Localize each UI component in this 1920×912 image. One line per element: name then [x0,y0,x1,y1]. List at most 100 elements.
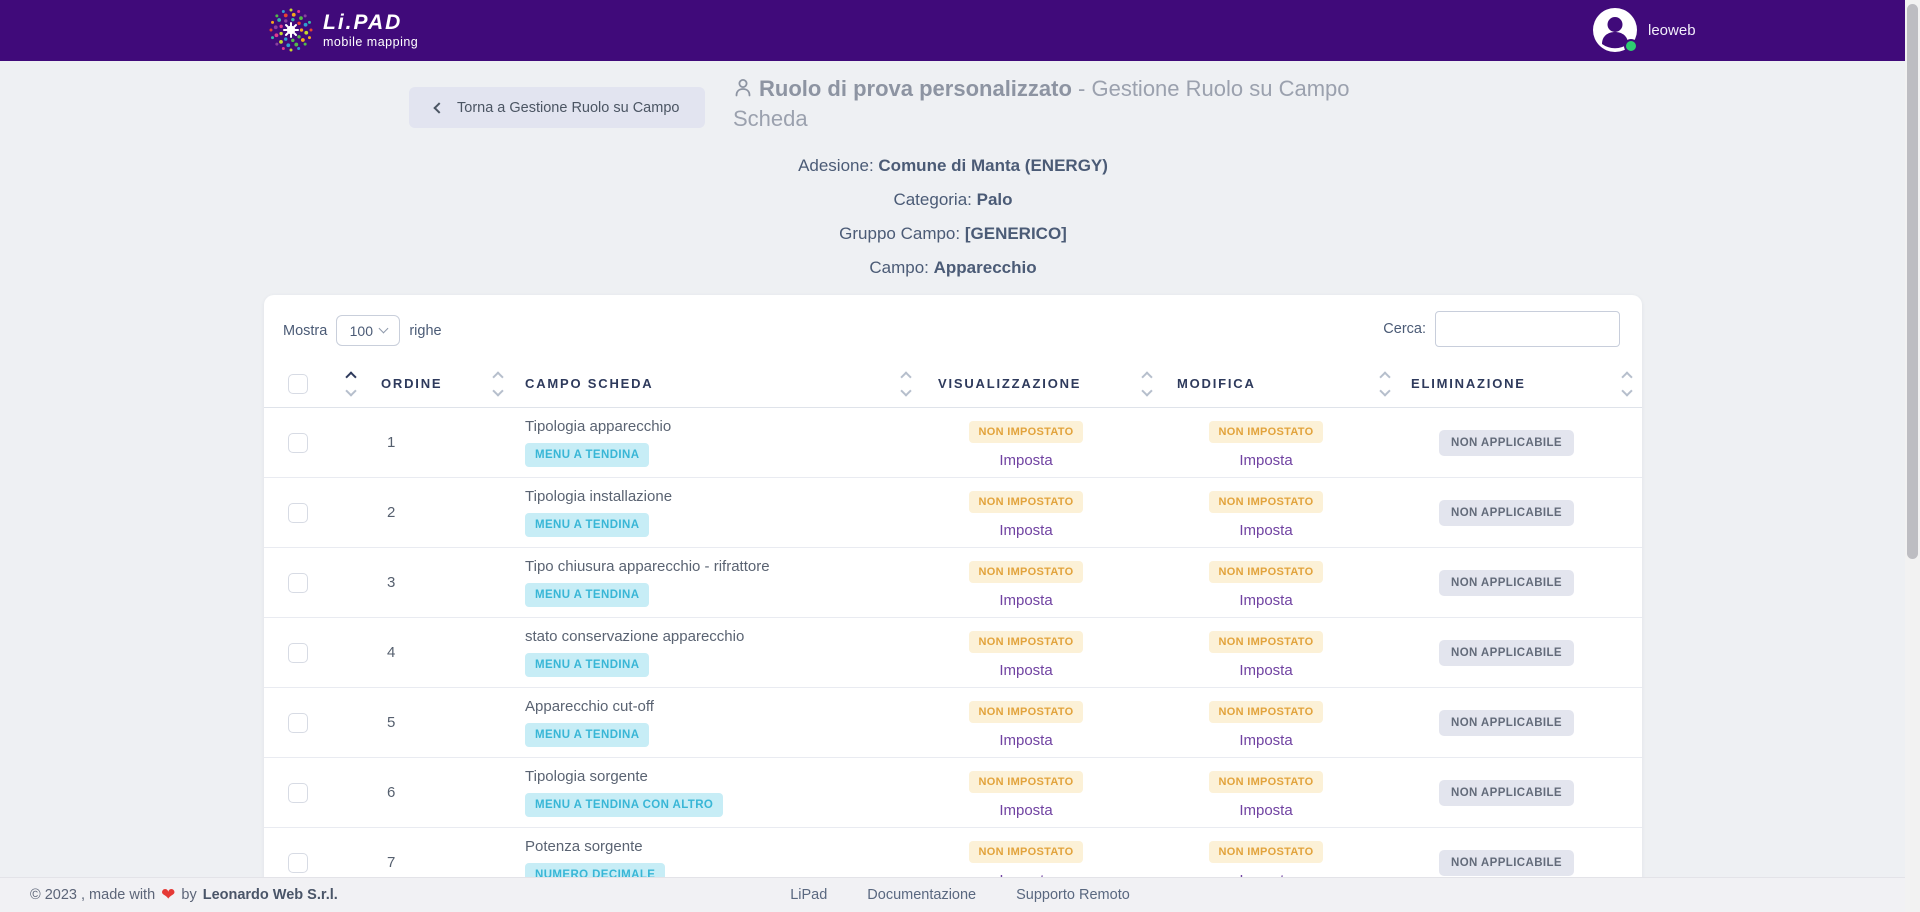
field-type-badge: MENU A TENDINA [525,723,649,747]
lipad-logo-burst-icon [267,7,315,53]
role-name: Ruolo di prova personalizzato [759,76,1072,101]
user-avatar[interactable] [1593,8,1637,52]
modifica-status-badge: NON IMPOSTATO [1209,561,1324,583]
column-header-visualizzazione[interactable]: VISUALIZZAZIONE [921,376,1131,391]
visualizzazione-imposta-link[interactable]: Imposta [999,802,1052,819]
table-row: 6 Tipologia sorgente MENU A TENDINA CON … [264,758,1642,828]
modifica-status-badge: NON IMPOSTATO [1209,841,1324,863]
search-control: Cerca: [1383,311,1620,347]
visualizzazione-imposta-link[interactable]: Imposta [999,662,1052,679]
campo-scheda-name: Tipo chiusura apparecchio - rifrattore [525,558,891,575]
sort-campo-scheda[interactable] [891,373,921,395]
footer-link-supporto-remoto[interactable]: Supporto Remoto [1016,887,1130,903]
field-type-badge: MENU A TENDINA [525,443,649,467]
eliminazione-badge: NON APPLICABILE [1439,500,1574,526]
lipad-logo[interactable]: Li.PAD mobile mapping [267,7,418,53]
column-header-eliminazione[interactable]: ELIMINAZIONE [1401,376,1612,391]
row-checkbox[interactable] [288,713,308,733]
row-checkbox[interactable] [288,643,308,663]
eliminazione-badge: NON APPLICABILE [1439,850,1574,876]
table-row: 1 Tipologia apparecchio MENU A TENDINA N… [264,408,1642,478]
visualizzazione-status-badge: NON IMPOSTATO [969,771,1084,793]
row-checkbox[interactable] [288,573,308,593]
row-checkbox[interactable] [288,783,308,803]
table-body: 1 Tipologia apparecchio MENU A TENDINA N… [264,408,1642,898]
online-status-dot [1624,39,1638,53]
by-label: by [181,887,196,903]
visualizzazione-status-badge: NON IMPOSTATO [969,421,1084,443]
logo-subtitle: mobile mapping [323,36,418,49]
visualizzazione-imposta-link[interactable]: Imposta [999,452,1052,469]
sort-modifica[interactable] [1369,373,1401,395]
top-navbar: Li.PAD mobile mapping leoweb [0,0,1905,61]
meta-campo: Campo: Apparecchio [264,258,1642,278]
footer-link-documentazione[interactable]: Documentazione [867,887,976,903]
campo-scheda-name: Tipologia apparecchio [525,418,891,435]
eliminazione-badge: NON APPLICABILE [1439,710,1574,736]
scrollbar-track[interactable] [1905,0,1920,912]
modifica-status-badge: NON IMPOSTATO [1209,491,1324,513]
visualizzazione-status-badge: NON IMPOSTATO [969,631,1084,653]
modifica-status-badge: NON IMPOSTATO [1209,631,1324,653]
search-input[interactable] [1435,311,1620,347]
username: leoweb [1648,22,1696,39]
table-row: 5 Apparecchio cut-off MENU A TENDINA NON… [264,688,1642,758]
meta-gruppo-campo: Gruppo Campo: [GENERICO] [264,224,1642,244]
sort-ordine[interactable] [480,373,516,395]
sort-eliminazione[interactable] [1612,373,1642,395]
visualizzazione-imposta-link[interactable]: Imposta [999,592,1052,609]
column-header-campo-scheda[interactable]: CAMPO SCHEDA [516,376,891,391]
table-row: 2 Tipologia installazione MENU A TENDINA… [264,478,1642,548]
table-row: 3 Tipo chiusura apparecchio - rifrattore… [264,548,1642,618]
modifica-imposta-link[interactable]: Imposta [1239,452,1292,469]
row-checkbox[interactable] [288,503,308,523]
modifica-imposta-link[interactable]: Imposta [1239,732,1292,749]
scrollbar-thumb[interactable] [1907,4,1918,559]
field-type-badge: MENU A TENDINA [525,513,649,537]
row-checkbox[interactable] [288,853,308,873]
eliminazione-badge: NON APPLICABILE [1439,780,1574,806]
ordine-value: 2 [375,478,480,547]
sort-visualizzazione[interactable] [1131,373,1163,395]
back-button[interactable]: Torna a Gestione Ruolo su Campo [409,87,705,128]
field-type-badge: MENU A TENDINA [525,583,649,607]
role-person-icon [733,77,753,98]
page-size-control: Mostra 100 righe [283,315,442,346]
field-type-badge: MENU A TENDINA CON ALTRO [525,793,723,817]
sort-select-column[interactable] [327,373,375,395]
modifica-status-badge: NON IMPOSTATO [1209,771,1324,793]
modifica-imposta-link[interactable]: Imposta [1239,592,1292,609]
column-header-modifica[interactable]: MODIFICA [1163,376,1369,391]
ordine-value: 6 [375,758,480,827]
chevron-down-icon [379,324,389,334]
campo-scheda-name: Tipologia installazione [525,488,891,505]
eliminazione-badge: NON APPLICABILE [1439,640,1574,666]
meta-categoria: Categoria: Palo [264,190,1642,210]
visualizzazione-status-badge: NON IMPOSTATO [969,841,1084,863]
page-size-select[interactable]: 100 [336,315,400,346]
modifica-imposta-link[interactable]: Imposta [1239,802,1292,819]
page-title: Ruolo di prova personalizzato - Gestione… [733,74,1388,134]
campo-scheda-name: Potenza sorgente [525,838,891,855]
field-type-badge: MENU A TENDINA [525,653,649,677]
select-all-checkbox[interactable] [288,374,308,394]
modifica-imposta-link[interactable]: Imposta [1239,662,1292,679]
campo-scheda-name: stato conservazione apparecchio [525,628,891,645]
modifica-status-badge: NON IMPOSTATO [1209,701,1324,723]
modifica-imposta-link[interactable]: Imposta [1239,522,1292,539]
campo-scheda-name: Tipologia sorgente [525,768,891,785]
column-header-ordine[interactable]: ORDINE [375,376,480,391]
visualizzazione-imposta-link[interactable]: Imposta [999,732,1052,749]
table-row: 4 stato conservazione apparecchio MENU A… [264,618,1642,688]
visualizzazione-status-badge: NON IMPOSTATO [969,561,1084,583]
row-checkbox[interactable] [288,433,308,453]
table-header-row: ORDINE CAMPO SCHEDA VISUALIZZAZIONE MODI… [264,360,1642,408]
user-menu[interactable]: leoweb [1593,8,1696,52]
footer-link-lipad[interactable]: LiPad [790,887,827,903]
page-size-value: 100 [350,323,373,339]
ordine-value: 3 [375,548,480,617]
heart-icon: ❤ [161,885,175,905]
footer-links: LiPad Documentazione Supporto Remoto [790,887,1130,903]
visualizzazione-imposta-link[interactable]: Imposta [999,522,1052,539]
campo-scheda-name: Apparecchio cut-off [525,698,891,715]
